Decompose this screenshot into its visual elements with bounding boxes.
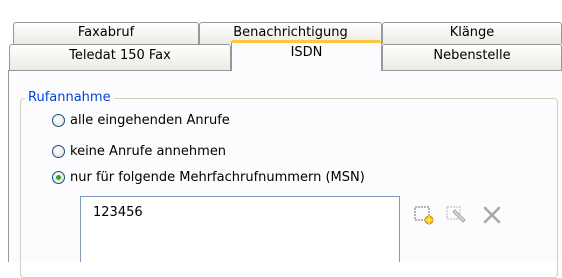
radio-label: alle eingehenden Anrufe xyxy=(70,112,230,128)
tab-isdn[interactable]: ISDN xyxy=(231,40,382,71)
delete-icon[interactable] xyxy=(480,203,504,227)
tab-label: ISDN xyxy=(290,45,323,60)
radio-label: keine Anrufe annehmen xyxy=(70,143,227,159)
radio-no-calls[interactable]: keine Anrufe annehmen xyxy=(52,142,226,160)
tab-klaenge[interactable]: Klänge xyxy=(382,22,562,44)
list-item[interactable]: 123456 xyxy=(93,205,143,220)
tab-label: Faxabruf xyxy=(77,25,135,40)
radio-all-calls[interactable]: alle eingehenden Anrufe xyxy=(52,111,230,129)
tab-nebenstelle[interactable]: Nebenstelle xyxy=(382,44,562,70)
tab-label: Klänge xyxy=(449,25,495,40)
tab-teledat-150-fax[interactable]: Teledat 150 Fax xyxy=(9,44,231,70)
radio-msn-only[interactable]: nur für folgende Mehrfachrufnummern (MSN… xyxy=(52,168,365,186)
new-entry-icon[interactable] xyxy=(412,203,436,227)
radio-label: nur für folgende Mehrfachrufnummern (MSN… xyxy=(70,169,365,185)
tab-label: Teledat 150 Fax xyxy=(69,48,171,63)
tab-faxabruf[interactable]: Faxabruf xyxy=(13,22,199,44)
radio-button[interactable] xyxy=(52,113,65,127)
tab-label: Nebenstelle xyxy=(433,48,511,63)
msn-listbox[interactable]: 123456 xyxy=(80,196,400,262)
tab-label: Benachrichtigung xyxy=(233,25,348,40)
radio-button[interactable] xyxy=(52,144,65,158)
edit-entry-icon[interactable] xyxy=(444,203,468,227)
groupbox-title: Rufannahme xyxy=(25,90,114,105)
radio-button[interactable] xyxy=(52,170,65,184)
